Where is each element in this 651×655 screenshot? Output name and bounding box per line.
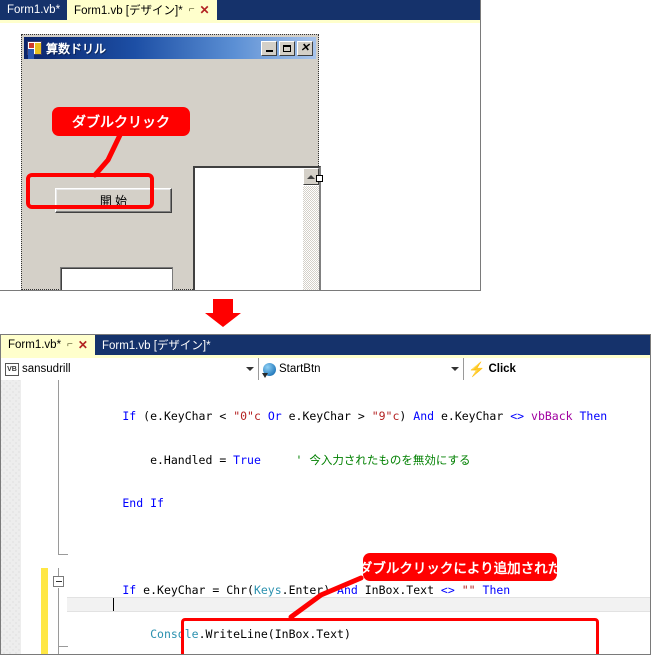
down-arrow-icon <box>205 299 241 327</box>
code-line[interactable]: End If <box>67 496 650 511</box>
tabstrip-filler <box>216 0 480 20</box>
close-icon: ✕ <box>300 41 310 54</box>
added-by-double-click-callout: ダブルクリックにより追加された <box>359 553 561 581</box>
tab-icons: ⌐ ✕ <box>67 339 88 351</box>
code-editor-panel: Form1.vb* ⌐ ✕ Form1.vb [デザイン]* VB sansud… <box>0 334 651 655</box>
change-bar-unsaved <box>41 568 48 654</box>
tab-label: Form1.vb* <box>7 4 61 16</box>
event-dropdown-label: Click <box>488 363 516 375</box>
vb-class-icon: VB <box>5 362 19 376</box>
code-text-surface[interactable]: If (e.KeyChar < "0"c Or e.KeyChar > "9"c… <box>1 380 650 654</box>
pin-icon[interactable]: ⌐ <box>189 5 195 15</box>
designer-tabstrip: Form1.vb* Form1.vb [デザイン]* ⌐ ✕ <box>0 0 480 20</box>
method-icon <box>262 362 276 378</box>
tabstrip-filler <box>217 335 650 355</box>
maximize-button[interactable] <box>279 40 295 56</box>
winform-preview[interactable]: 算数ドリル ✕ 開 始 答え <box>21 34 321 290</box>
code-line[interactable]: If (e.KeyChar < "0"c Or e.KeyChar > "9"c… <box>67 409 650 424</box>
event-dropdown[interactable]: ⚡ Click <box>464 358 650 380</box>
selection-handle[interactable] <box>316 175 323 182</box>
tab-icons: ⌐ ✕ <box>189 4 210 16</box>
editor-indicator-margin <box>1 380 21 654</box>
member-dropdown-label: StartBtn <box>279 363 321 375</box>
tab-label: Form1.vb [デザイン]* <box>101 340 211 352</box>
close-button[interactable]: ✕ <box>297 40 313 56</box>
member-dropdown[interactable]: StartBtn <box>259 358 464 380</box>
designer-canvas[interactable]: 算数ドリル ✕ 開 始 答え <box>0 23 480 290</box>
form-title: 算数ドリル <box>46 41 107 56</box>
code-line[interactable] <box>67 540 650 555</box>
tab-label: Form1.vb* <box>8 339 62 351</box>
window-buttons: ✕ <box>261 40 313 56</box>
lightning-bolt-icon: ⚡ <box>468 361 486 377</box>
tab-form1-vb-design-inactive[interactable]: Form1.vb [デザイン]* <box>94 335 218 355</box>
class-dropdown[interactable]: VB sansudrill <box>1 358 259 380</box>
form-titlebar: 算数ドリル ✕ <box>24 37 316 59</box>
scrollbar-track[interactable] <box>303 186 319 290</box>
output-scrollbar[interactable] <box>303 168 319 290</box>
tab-form1-vb-code-active[interactable]: Form1.vb* ⌐ ✕ <box>1 335 95 355</box>
tab-label: Form1.vb [デザイン]* <box>74 5 183 17</box>
added-callout-label: ダブルクリックにより追加された <box>358 561 562 576</box>
collapse-toggle-icon[interactable] <box>53 576 64 587</box>
code-lines[interactable]: If (e.KeyChar < "0"c Or e.KeyChar > "9"c… <box>67 380 650 654</box>
form-designer-panel: Form1.vb* Form1.vb [デザイン]* ⌐ ✕ 算数ドリル ✕ 開… <box>0 0 481 291</box>
double-click-callout-label: ダブルクリック <box>72 113 170 130</box>
close-icon[interactable]: ✕ <box>78 339 88 351</box>
code-tabstrip: Form1.vb* ⌐ ✕ Form1.vb [デザイン]* <box>1 335 650 355</box>
code-line[interactable]: e.Handled = True ' 今入力されたものを無効にする <box>67 453 650 468</box>
output-listbox[interactable] <box>193 166 321 290</box>
double-click-callout: ダブルクリック <box>52 107 190 136</box>
new-event-handler-highlight <box>181 618 599 654</box>
code-line[interactable]: If e.KeyChar = Chr(Keys.Enter) And InBox… <box>67 583 650 598</box>
text-caret <box>113 598 114 611</box>
chevron-down-icon[interactable] <box>451 367 459 371</box>
chevron-down-icon[interactable] <box>246 367 254 371</box>
minimize-button[interactable] <box>261 40 277 56</box>
tab-form1-vb-design[interactable]: Form1.vb [デザイン]* ⌐ ✕ <box>67 0 217 20</box>
navigation-bar: VB sansudrill StartBtn ⚡ Click <box>1 358 650 380</box>
class-dropdown-label: sansudrill <box>22 363 71 375</box>
outlining-margin <box>51 380 68 654</box>
answer-textbox[interactable] <box>60 267 173 290</box>
pin-icon[interactable]: ⌐ <box>67 340 73 350</box>
start-button-highlight <box>26 173 154 209</box>
tab-form1-vb-code[interactable]: Form1.vb* <box>0 0 68 20</box>
vb-form-icon <box>27 41 42 55</box>
close-icon[interactable]: ✕ <box>200 4 210 16</box>
